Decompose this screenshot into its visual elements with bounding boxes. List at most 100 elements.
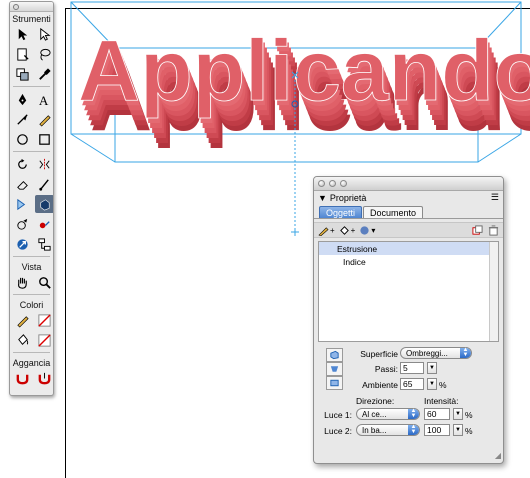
svg-text:A: A — [39, 93, 49, 107]
stroke-color-tool[interactable] — [13, 311, 32, 329]
pointer-tool[interactable] — [13, 25, 32, 43]
light1-unit: % — [465, 410, 473, 420]
pencil-icon — [318, 226, 329, 236]
text-tool[interactable]: A — [35, 90, 53, 108]
view-section-title: Vista — [21, 262, 42, 272]
list-scrollbar[interactable] — [489, 242, 498, 341]
add-effect-button[interactable]: ▾ — [358, 224, 376, 236]
extrusion-settings: Superficie Ombreggi... ▲ ▼ Passi: 5 ▼ Ambi… — [314, 342, 503, 462]
link-tool[interactable] — [13, 235, 32, 253]
bucket-icon — [339, 225, 349, 235]
chart-tool[interactable] — [35, 235, 53, 253]
magnifier-icon — [39, 276, 51, 289]
zoom-button[interactable] — [340, 180, 347, 187]
3d-extrude-tool[interactable] — [35, 195, 53, 213]
tools-palette-titlebar[interactable] — [10, 2, 53, 12]
arrow-icon — [18, 28, 28, 40]
snap-point-tool[interactable] — [13, 369, 32, 387]
tab-objects[interactable]: Oggetti — [319, 206, 363, 218]
ambient-field[interactable]: 65 — [400, 378, 424, 390]
link-icon — [17, 238, 28, 250]
blend-tool[interactable] — [35, 215, 53, 233]
eyedropper-icon — [39, 67, 51, 80]
surface-select[interactable]: Ombreggi... ▲ ▼ — [400, 347, 472, 359]
fill-color-tool[interactable] — [13, 331, 32, 349]
eraser-tool[interactable] — [13, 175, 32, 193]
close-button[interactable] — [318, 180, 325, 187]
tab-document[interactable]: Documento — [363, 206, 424, 218]
eyedropper-tool[interactable] — [35, 65, 53, 83]
rotate-tool[interactable] — [13, 155, 32, 173]
intensity-label: Intensità: — [424, 396, 459, 406]
brush-icon — [39, 178, 49, 191]
add-fill-button[interactable]: + — [338, 224, 357, 236]
artwork-face-text: Applicando — [78, 23, 530, 119]
list-item-index[interactable]: Indice — [319, 255, 498, 268]
ambient-spinner[interactable]: ▼ — [427, 378, 437, 390]
light2-intensity-field[interactable]: 100 — [424, 424, 450, 436]
no-color-icon — [38, 313, 51, 327]
revolve-mode-icon — [330, 379, 339, 387]
pencil-tool[interactable] — [35, 110, 53, 128]
extrude-tool[interactable] — [13, 195, 32, 213]
ellipse-tool[interactable] — [13, 130, 32, 148]
tools-title: Strumenti — [12, 14, 51, 24]
cube-icon — [40, 198, 50, 210]
ambient-unit: % — [439, 380, 447, 390]
reflect-tool[interactable] — [35, 155, 53, 173]
light2-unit: % — [465, 426, 473, 436]
duplicate-icon — [472, 224, 483, 235]
pen-icon — [18, 93, 27, 105]
bevel-mode-icon — [330, 366, 339, 372]
lasso-tool[interactable] — [35, 45, 53, 63]
snap-grid-tool[interactable] — [35, 369, 53, 387]
add-stroke-button[interactable]: + — [317, 224, 336, 236]
light1-direction-select[interactable]: Al ce... ▲ ▼ — [356, 408, 420, 420]
disclosure-triangle-icon[interactable]: ▼ — [318, 193, 327, 203]
steps-field[interactable]: 5 — [400, 362, 424, 374]
pen-tool[interactable] — [13, 90, 32, 108]
hand-tool[interactable] — [13, 273, 32, 291]
light1-intensity-spinner[interactable]: ▼ — [453, 408, 463, 420]
attributes-list[interactable]: Estrusione Indice — [318, 241, 499, 342]
scale-icon — [16, 67, 29, 81]
light2-label: Luce 2: — [324, 426, 352, 436]
delete-attribute-button[interactable] — [487, 224, 500, 236]
zoom-tool[interactable] — [35, 273, 53, 291]
knife-tool[interactable] — [13, 110, 32, 128]
steps-spinner[interactable]: ▼ — [427, 362, 437, 374]
page-tool[interactable] — [13, 45, 32, 63]
minimize-button[interactable] — [329, 180, 336, 187]
list-item-extrusion[interactable]: Estrusione — [319, 242, 489, 255]
light2-intensity-spinner[interactable]: ▼ — [453, 424, 463, 436]
tools-palette: Strumenti A Vista Colori Aggancia — [9, 1, 54, 396]
fill-none-swatch[interactable] — [35, 331, 53, 349]
panel-header[interactable]: ▼ Proprietà ☰ — [314, 191, 503, 205]
close-icon[interactable] — [13, 4, 19, 10]
magnet-icon — [38, 372, 51, 384]
scale-tool[interactable] — [13, 65, 32, 83]
select-arrows-icon: ▲ ▼ — [460, 347, 471, 358]
trace-tool[interactable] — [13, 215, 32, 233]
extrude-mode-button[interactable] — [326, 348, 343, 362]
bevel-mode-button[interactable] — [326, 362, 343, 376]
brush-tool[interactable] — [35, 175, 53, 193]
resize-grip-icon[interactable]: ◢ — [495, 451, 501, 460]
panel-titlebar[interactable] — [314, 177, 503, 191]
subselect-tool[interactable] — [35, 25, 53, 43]
light2-direction-select[interactable]: In ba... ▲ ▼ — [356, 424, 420, 436]
trace-icon — [17, 218, 28, 230]
select-arrows-icon: ▲ ▼ — [408, 408, 419, 419]
light1-intensity-field[interactable]: 60 — [424, 408, 450, 420]
duplicate-attribute-button[interactable] — [471, 224, 484, 236]
panel-tabs: Oggetti Documento — [314, 205, 503, 219]
revolve-mode-button[interactable] — [326, 376, 343, 390]
rectangle-icon — [39, 133, 50, 145]
snap-section-title: Aggancia — [12, 358, 51, 368]
page-icon — [17, 47, 29, 61]
stroke-none-swatch[interactable] — [35, 311, 53, 329]
surface-label: Superficie — [360, 349, 398, 359]
rectangle-tool[interactable] — [35, 130, 53, 148]
panel-menu-icon[interactable]: ☰ — [491, 192, 499, 203]
eraser-icon — [17, 180, 28, 190]
